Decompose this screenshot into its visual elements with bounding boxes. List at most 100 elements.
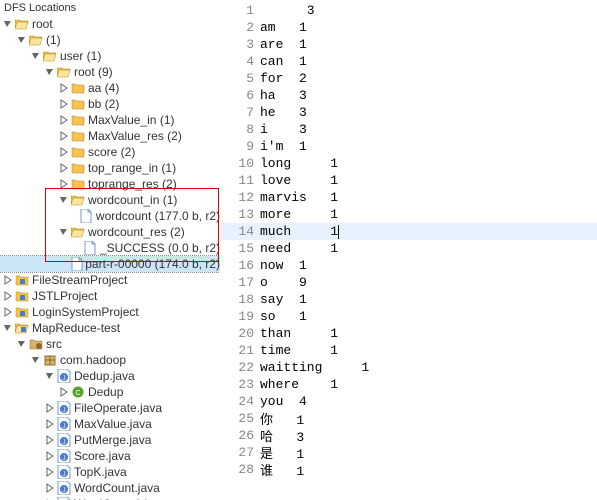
line-content[interactable]: say 1 [260, 292, 307, 307]
editor-line[interactable]: 18say 1 [220, 291, 597, 308]
tree-item-maxvalin[interactable]: MaxValue_in (1) [0, 112, 220, 128]
tree-item-mrt[interactable]: MapReduce-test [0, 320, 220, 336]
editor-line[interactable]: 25你 1 [220, 410, 597, 427]
tree-item-part[interactable]: part-r-00000 (174.0 b, r2) [0, 256, 220, 272]
tree-item-fileop[interactable]: JFileOperate.java [0, 400, 220, 416]
editor-line[interactable]: 15need 1 [220, 240, 597, 257]
tree-item-src[interactable]: src [0, 336, 220, 352]
editor-line[interactable]: 19so 1 [220, 308, 597, 325]
tree-item-maxvalres[interactable]: MaxValue_res (2) [0, 128, 220, 144]
line-content[interactable]: for 2 [260, 71, 307, 86]
editor-line[interactable]: 14much 1 [220, 223, 597, 240]
expander-open-icon[interactable] [2, 19, 14, 29]
expander-closed-icon[interactable] [58, 99, 70, 109]
tree-item-dedup[interactable]: CDedup [0, 384, 220, 400]
tree-item-wc[interactable]: wordcount (177.0 b, r2) [0, 208, 220, 224]
expander-closed-icon[interactable] [44, 451, 56, 461]
tree-item-wc1j[interactable]: JWordCount1.java [0, 496, 220, 500]
editor-line[interactable]: 12marvis 1 [220, 189, 597, 206]
tree-item-pkg[interactable]: com.hadoop [0, 352, 220, 368]
tree-item-jstl[interactable]: JSTLProject [0, 288, 220, 304]
editor-line[interactable]: 23where 1 [220, 376, 597, 393]
expander-closed-icon[interactable] [58, 163, 70, 173]
expander-closed-icon[interactable] [58, 147, 70, 157]
editor-line[interactable]: 22waitting 1 [220, 359, 597, 376]
editor-line[interactable]: 27是 1 [220, 444, 597, 461]
line-content[interactable]: more 1 [260, 207, 338, 222]
tree-item-bb[interactable]: bb (2) [0, 96, 220, 112]
folder-tree[interactable]: root(1)user (1)root (9)aa (4)bb (2)MaxVa… [0, 16, 220, 500]
tree-item-dedupj[interactable]: JDedup.java [0, 368, 220, 384]
expander-closed-icon[interactable] [44, 483, 56, 493]
tree-item-lsp[interactable]: LoginSystemProject [0, 304, 220, 320]
line-content[interactable]: i'm 1 [260, 139, 307, 154]
editor-line[interactable]: 13more 1 [220, 206, 597, 223]
tree-item-toprangeres[interactable]: toprange_res (2) [0, 176, 220, 192]
line-content[interactable]: where 1 [260, 377, 338, 392]
line-content[interactable]: o 9 [260, 275, 307, 290]
expander-closed-icon[interactable] [58, 387, 70, 397]
editor-line[interactable]: 20than 1 [220, 325, 597, 342]
line-content[interactable]: are 1 [260, 37, 307, 52]
editor-line[interactable]: 5for 2 [220, 70, 597, 87]
expander-closed-icon[interactable] [2, 307, 14, 317]
expander-closed-icon[interactable] [58, 83, 70, 93]
line-content[interactable]: he 3 [260, 105, 307, 120]
line-content[interactable]: love 1 [260, 173, 338, 188]
editor-line[interactable]: 24you 4 [220, 393, 597, 410]
expander-open-icon[interactable] [16, 35, 28, 45]
line-content[interactable]: ha 3 [260, 88, 307, 103]
expander-closed-icon[interactable] [2, 291, 14, 301]
expander-closed-icon[interactable] [44, 419, 56, 429]
tree-item-user[interactable]: user (1) [0, 48, 220, 64]
editor-line[interactable]: 11love 1 [220, 172, 597, 189]
expander-closed-icon[interactable] [58, 179, 70, 189]
tree-item-aa[interactable]: aa (4) [0, 80, 220, 96]
editor-line[interactable]: 17o 9 [220, 274, 597, 291]
editor-line[interactable]: 28谁 1 [220, 461, 597, 478]
expander-open-icon[interactable] [58, 227, 70, 237]
line-content[interactable]: you 4 [260, 394, 307, 409]
line-content[interactable]: am 1 [260, 20, 307, 35]
line-content[interactable]: than 1 [260, 326, 338, 341]
tree-item-root_label[interactable]: root [0, 16, 220, 32]
expander-closed-icon[interactable] [44, 403, 56, 413]
tree-item-one[interactable]: (1) [0, 32, 220, 48]
line-content[interactable]: so 1 [260, 309, 307, 324]
tree-item-suc[interactable]: _SUCCESS (0.0 b, r2) [0, 240, 220, 256]
tree-item-wcj[interactable]: JWordCount.java [0, 480, 220, 496]
editor-line[interactable]: 1 3 [220, 2, 597, 19]
editor-line[interactable]: 10long 1 [220, 155, 597, 172]
editor-line[interactable]: 26哈 3 [220, 427, 597, 444]
expander-open-icon[interactable] [2, 323, 14, 333]
expander-closed-icon[interactable] [44, 467, 56, 477]
tree-item-wcin[interactable]: wordcount_in (1) [0, 192, 220, 208]
expander-open-icon[interactable] [44, 371, 56, 381]
line-content[interactable]: 3 [260, 3, 315, 18]
tree-pane[interactable]: DFS Locations root(1)user (1)root (9)aa … [0, 0, 220, 500]
editor-line[interactable]: 2am 1 [220, 19, 597, 36]
tree-item-score[interactable]: score (2) [0, 144, 220, 160]
expander-open-icon[interactable] [16, 339, 28, 349]
expander-open-icon[interactable] [44, 67, 56, 77]
line-content[interactable]: marvis 1 [260, 190, 338, 205]
tree-item-topk[interactable]: JTopK.java [0, 464, 220, 480]
line-content[interactable]: waitting 1 [260, 360, 369, 375]
line-content[interactable]: now 1 [260, 258, 307, 273]
expander-closed-icon[interactable] [58, 131, 70, 141]
expander-open-icon[interactable] [30, 355, 42, 365]
editor-line[interactable]: 3are 1 [220, 36, 597, 53]
line-content[interactable]: can 1 [260, 54, 307, 69]
line-content[interactable]: need 1 [260, 241, 338, 256]
line-content[interactable]: time 1 [260, 343, 338, 358]
line-content[interactable]: i 3 [260, 122, 307, 137]
editor-line[interactable]: 8i 3 [220, 121, 597, 138]
editor-line[interactable]: 7he 3 [220, 104, 597, 121]
expander-open-icon[interactable] [30, 51, 42, 61]
editor-line[interactable]: 6ha 3 [220, 87, 597, 104]
line-content[interactable]: 谁 1 [260, 460, 304, 479]
tree-item-maxvj[interactable]: JMaxValue.java [0, 416, 220, 432]
editor-line[interactable]: 4can 1 [220, 53, 597, 70]
editor-line[interactable]: 21time 1 [220, 342, 597, 359]
tree-item-wcres[interactable]: wordcount_res (2) [0, 224, 220, 240]
